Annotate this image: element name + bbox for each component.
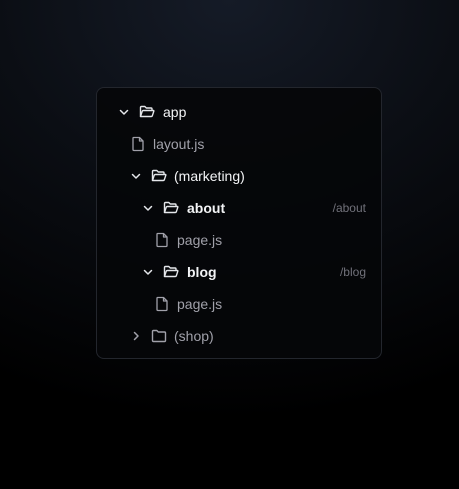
tree-item-label: blog bbox=[187, 264, 217, 280]
tree-item-label: (shop) bbox=[174, 328, 214, 344]
chevron-down-icon[interactable] bbox=[130, 170, 142, 182]
tree-item-about-page-js[interactable]: page.js bbox=[97, 224, 381, 256]
folder-open-icon bbox=[163, 264, 179, 280]
folder-closed-icon bbox=[151, 328, 167, 344]
route-path-label: /blog bbox=[339, 265, 366, 279]
tree-item-layout-js[interactable]: layout.js bbox=[97, 128, 381, 160]
tree-item-label: page.js bbox=[177, 296, 223, 312]
chevron-down-icon[interactable] bbox=[142, 266, 154, 278]
tree-item-label: layout.js bbox=[153, 136, 205, 152]
tree-item-label: page.js bbox=[177, 232, 223, 248]
tree-item-label: (marketing) bbox=[174, 168, 245, 184]
folder-open-icon bbox=[151, 168, 167, 184]
file-icon bbox=[130, 136, 146, 152]
tree-item-about[interactable]: about /about bbox=[97, 192, 381, 224]
chevron-down-icon[interactable] bbox=[118, 106, 130, 118]
tree-item-shop[interactable]: (shop) bbox=[97, 320, 381, 352]
file-tree-panel: app layout.js (marketing) about /about p… bbox=[96, 87, 382, 359]
tree-item-label: app bbox=[163, 104, 187, 120]
file-icon bbox=[154, 232, 170, 248]
tree-item-blog[interactable]: blog /blog bbox=[97, 256, 381, 288]
route-path-label: /about bbox=[332, 201, 366, 215]
folder-open-icon bbox=[139, 104, 155, 120]
tree-item-blog-page-js[interactable]: page.js bbox=[97, 288, 381, 320]
chevron-right-icon[interactable] bbox=[130, 330, 142, 342]
file-icon bbox=[154, 296, 170, 312]
tree-item-app[interactable]: app bbox=[97, 96, 381, 128]
tree-item-label: about bbox=[187, 200, 226, 216]
folder-open-icon bbox=[163, 200, 179, 216]
chevron-down-icon[interactable] bbox=[142, 202, 154, 214]
tree-item-marketing[interactable]: (marketing) bbox=[97, 160, 381, 192]
